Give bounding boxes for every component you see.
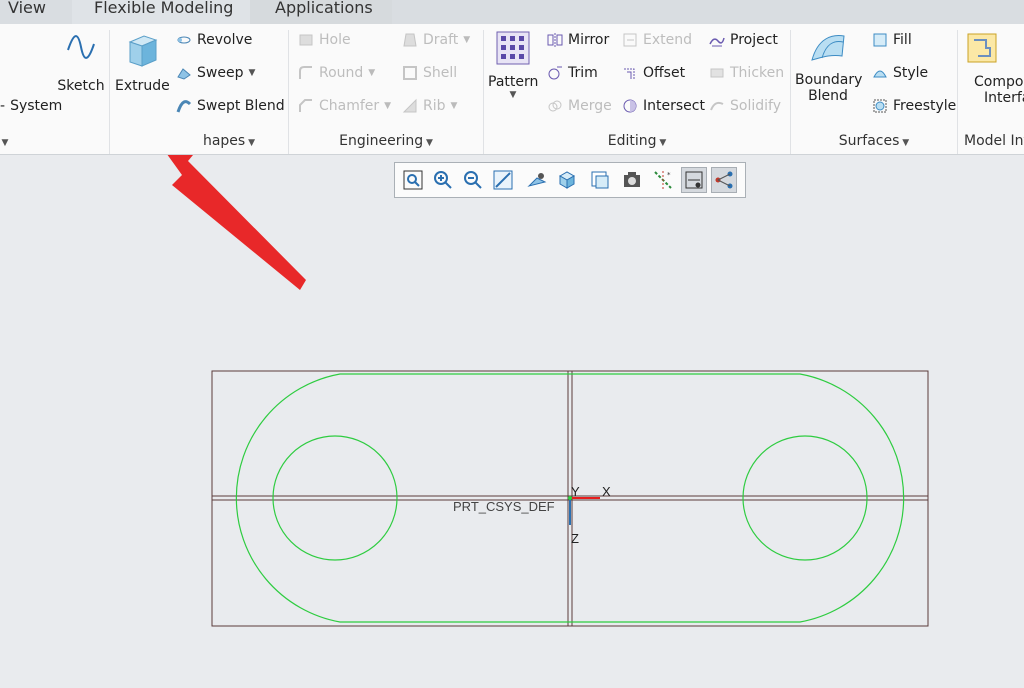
datum-group-toggle[interactable]: ▼ xyxy=(0,129,10,153)
fill-button[interactable]: Fill xyxy=(872,32,912,48)
chamfer-button[interactable]: Chamfer ▼ xyxy=(298,98,391,114)
extend-icon xyxy=(623,33,637,47)
chevron-down-icon[interactable]: ▼ xyxy=(488,90,538,100)
shell-button[interactable]: Shell xyxy=(402,65,457,81)
revolve-icon xyxy=(177,36,191,44)
extrude-icon xyxy=(128,35,158,67)
editing-group-toggle[interactable]: Editing ▼ xyxy=(484,129,790,153)
thicken-icon xyxy=(710,68,724,78)
shell-icon xyxy=(403,66,417,80)
tab-view[interactable]: View xyxy=(8,0,46,24)
dropdown-prefix: - xyxy=(0,98,6,114)
swept-blend-icon xyxy=(176,100,192,113)
swept-blend-button[interactable]: Swept Blend xyxy=(176,98,285,114)
model-intent-group-toggle[interactable]: Model Int xyxy=(958,129,1024,153)
sweep-icon xyxy=(177,68,191,80)
shapes-group-toggle[interactable]: hapes ▼ xyxy=(110,129,288,153)
tab-applications[interactable]: Applications xyxy=(250,0,392,24)
ribbon-tab-strip: View Flexible Modeling Applications xyxy=(0,0,1024,24)
extend-button[interactable]: Extend xyxy=(622,32,692,48)
draft-button[interactable]: Draft ▼ xyxy=(402,32,470,48)
trim-button[interactable]: Trim xyxy=(547,65,598,81)
sketch-button[interactable]: Sketch xyxy=(56,30,106,94)
style-button[interactable]: Style xyxy=(872,65,928,81)
left-hole-circle xyxy=(272,435,398,561)
extrude-button[interactable]: Extrude xyxy=(115,30,170,94)
axis-y-label: Y xyxy=(571,484,580,499)
project-icon xyxy=(709,37,725,47)
surfaces-group-toggle[interactable]: Surfaces ▼ xyxy=(791,129,957,153)
round-icon xyxy=(299,66,312,79)
component-interface-button[interactable]: Compon Interfa xyxy=(964,30,1024,106)
intersect-icon xyxy=(623,99,637,113)
mirror-button[interactable]: Mirror xyxy=(547,32,609,48)
rib-button[interactable]: Rib ▼ xyxy=(402,98,457,114)
component-interface-icon xyxy=(967,33,997,63)
pattern-button[interactable]: Pattern ▼ xyxy=(488,30,538,100)
axis-z-label: Z xyxy=(571,531,579,546)
ribbon: - System Sketch ▼ Extrude Revolve Sweep … xyxy=(0,24,1024,155)
solidify-button[interactable]: Solidify xyxy=(709,98,781,114)
freestyle-icon xyxy=(873,99,887,113)
trim-icon xyxy=(548,66,562,80)
chamfer-icon xyxy=(299,99,312,112)
merge-button[interactable]: Merge xyxy=(547,98,612,114)
rib-icon xyxy=(402,98,417,113)
project-button[interactable]: Project xyxy=(709,32,778,48)
axis-x-label: X xyxy=(602,484,611,499)
chevron-down-icon[interactable]: ▼ xyxy=(463,35,470,45)
hole-icon xyxy=(299,34,313,46)
style-icon xyxy=(873,70,887,78)
chevron-down-icon[interactable]: ▼ xyxy=(248,68,255,78)
round-button[interactable]: Round ▼ xyxy=(298,65,375,81)
chevron-down-icon[interactable]: ▼ xyxy=(384,101,391,111)
revolve-button[interactable]: Revolve xyxy=(176,32,252,48)
intersect-button[interactable]: Intersect xyxy=(622,98,705,114)
annotation-arrow xyxy=(167,155,306,290)
csys-label: PRT_CSYS_DEF xyxy=(453,499,555,514)
boundary-blend-icon xyxy=(811,35,845,61)
offset-button[interactable]: Offset xyxy=(622,65,685,81)
thicken-button[interactable]: Thicken xyxy=(709,65,784,81)
tab-flexible-modeling[interactable]: Flexible Modeling xyxy=(72,0,250,24)
graphics-canvas[interactable]: PRT_CSYS_DEF Y X Z xyxy=(0,155,1024,688)
solidify-icon xyxy=(710,101,724,111)
hole-button[interactable]: Hole xyxy=(298,32,351,48)
chevron-down-icon[interactable]: ▼ xyxy=(451,101,458,111)
merge-icon xyxy=(548,100,562,112)
sketch-icon xyxy=(67,35,95,59)
fill-icon xyxy=(873,33,887,47)
offset-icon xyxy=(624,68,635,79)
coordinate-system-button[interactable]: - System xyxy=(0,98,62,114)
mirror-icon xyxy=(547,33,563,47)
draft-icon xyxy=(403,33,417,47)
pattern-icon xyxy=(496,31,530,65)
right-hole-circle xyxy=(742,435,868,561)
chevron-down-icon[interactable]: ▼ xyxy=(368,68,375,78)
engineering-group-toggle[interactable]: Engineering ▼ xyxy=(289,129,483,153)
boundary-blend-button[interactable]: Boundary Blend xyxy=(795,30,862,104)
sweep-button[interactable]: Sweep ▼ xyxy=(176,65,255,81)
freestyle-button[interactable]: Freestyle xyxy=(872,98,956,114)
